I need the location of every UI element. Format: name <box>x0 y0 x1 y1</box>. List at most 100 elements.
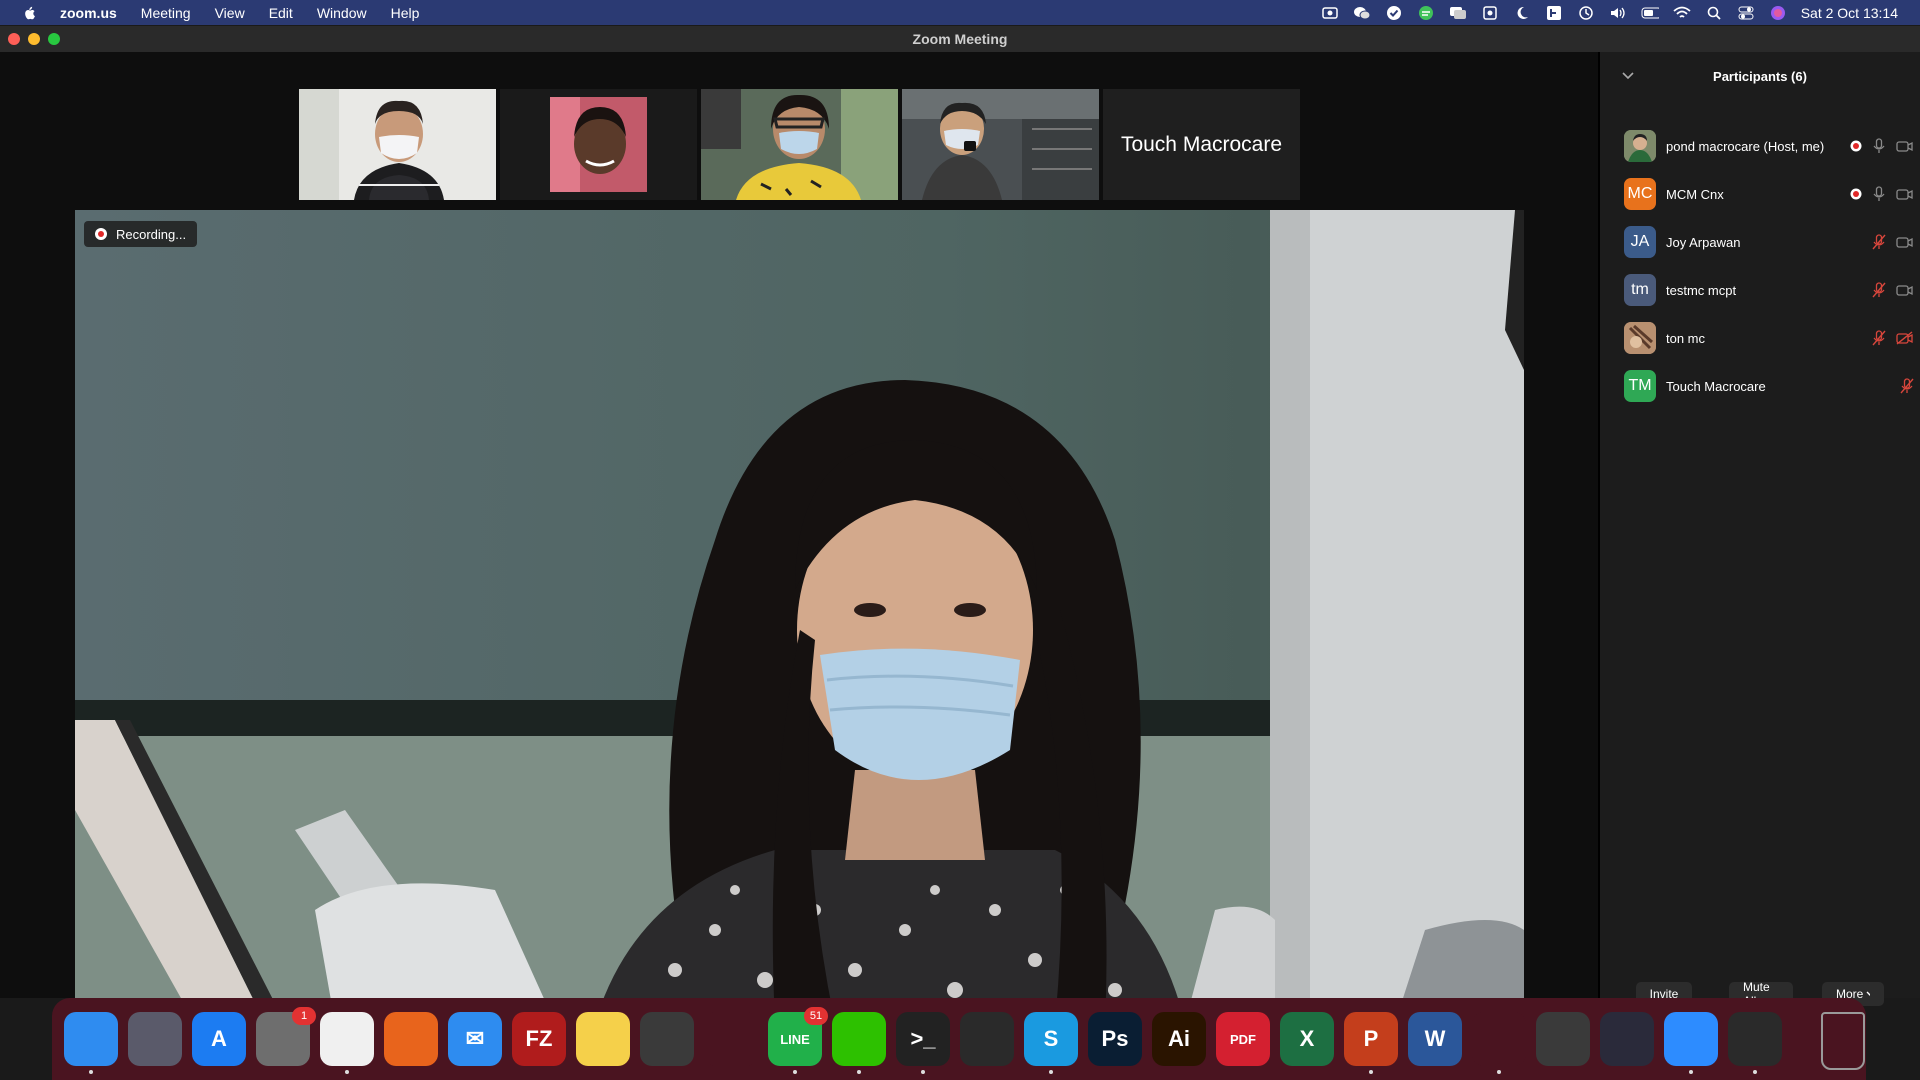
menu-edit[interactable]: Edit <box>257 5 305 21</box>
system-preferences-dock-icon[interactable]: 1 <box>256 1007 316 1066</box>
pdf-app-dock-icon[interactable]: PDF <box>1216 1012 1270 1066</box>
avatar: JA <box>1624 226 1656 258</box>
piano-app-dock-icon[interactable] <box>1728 1012 1782 1066</box>
chat-icon[interactable] <box>1417 5 1435 21</box>
filezilla-dock-icon[interactable]: FZ <box>512 1012 566 1066</box>
dock-icon-label: S <box>1043 1026 1059 1051</box>
fruit-app-dock-icon[interactable] <box>1472 1012 1526 1066</box>
line-dock-icon[interactable]: LINE 51 <box>768 1007 828 1066</box>
dock-icon-label: ✉ <box>465 1026 485 1051</box>
illustrator-dock-icon[interactable]: Ai <box>1152 1012 1206 1066</box>
running-indicator <box>1753 1070 1757 1074</box>
participants-title: Participants (6) <box>1713 68 1807 84</box>
thumbnail-participant-2[interactable] <box>500 89 697 200</box>
participant-video <box>299 89 496 200</box>
text-icon[interactable] <box>1545 5 1563 21</box>
skype-dock-icon[interactable]: S <box>1024 1012 1078 1066</box>
wechat-icon[interactable] <box>1353 5 1371 21</box>
dock-icon-label: Ps <box>1101 1026 1129 1051</box>
thumbnail-participant-4[interactable] <box>902 89 1099 200</box>
final-cut-dock-icon[interactable] <box>1536 1012 1590 1066</box>
dock: A 1 ✉ FZ LINE 51 >_ S Ps Ai PDF X P W <box>52 998 1866 1080</box>
vscode-dock-icon[interactable] <box>960 1012 1014 1066</box>
microphone-icon[interactable] <box>1872 138 1886 154</box>
terminal-dock-icon[interactable]: >_ <box>896 1012 950 1066</box>
video-camera-icon[interactable] <box>1896 139 1914 153</box>
control-center-icon[interactable] <box>1737 5 1755 21</box>
notification-badge: 51 <box>804 1007 828 1025</box>
screen-record-icon[interactable] <box>1321 5 1339 21</box>
video-camera-icon[interactable] <box>1896 235 1914 249</box>
participant-video <box>902 89 1099 200</box>
word-dock-icon[interactable]: W <box>1408 1012 1462 1066</box>
photoshop-dock-icon[interactable]: Ps <box>1088 1012 1142 1066</box>
thumbnail-participant-name: Touch Macrocare <box>1120 132 1283 156</box>
active-speaker-video[interactable]: Recording... <box>75 210 1524 1023</box>
chrome-dock-icon[interactable] <box>320 1012 374 1066</box>
menu-help[interactable]: Help <box>379 5 432 21</box>
dock-icon-label: PDF <box>1230 1031 1256 1047</box>
participant-row[interactable]: JA Joy Arpawan <box>1624 222 1914 262</box>
wifi-icon[interactable] <box>1673 5 1691 21</box>
thumbnail-strip: Touch Macrocare <box>299 89 1300 200</box>
siri-icon[interactable] <box>1769 5 1787 21</box>
message-icon[interactable] <box>1449 5 1467 21</box>
activity-clock-dock-icon[interactable] <box>1600 1012 1654 1066</box>
video-camera-icon[interactable] <box>1896 283 1914 297</box>
menu-view[interactable]: View <box>203 5 257 21</box>
search-icon[interactable] <box>1705 5 1723 21</box>
microphone-icon[interactable] <box>1872 186 1886 202</box>
vlc-dock-icon[interactable] <box>704 1012 758 1066</box>
time-machine-icon[interactable] <box>1577 5 1595 21</box>
participant-row[interactable]: TM Touch Macrocare <box>1624 366 1914 406</box>
participant-row[interactable]: ton mc <box>1624 318 1914 358</box>
running-indicator <box>1689 1070 1693 1074</box>
dock-icon-label: X <box>1299 1026 1315 1051</box>
participants-panel: Participants (6) pond macrocare (Host, m… <box>1600 52 1920 1008</box>
notes-dock-icon[interactable] <box>576 1012 630 1066</box>
menu-meeting[interactable]: Meeting <box>129 5 203 21</box>
mail-dock-icon[interactable]: ✉ <box>448 1012 502 1066</box>
thumbnail-participant-1[interactable] <box>299 89 496 200</box>
finder-dock-icon[interactable] <box>64 1012 118 1066</box>
running-indicator <box>1049 1070 1053 1074</box>
excel-dock-icon[interactable]: X <box>1280 1012 1334 1066</box>
apple-icon[interactable] <box>20 4 38 22</box>
microphone-muted-icon[interactable] <box>1872 330 1886 346</box>
microphone-muted-icon[interactable] <box>1900 378 1914 394</box>
chevron-down-icon[interactable] <box>1622 70 1634 80</box>
menu-app-name[interactable]: zoom.us <box>48 5 129 21</box>
moon-icon[interactable] <box>1513 5 1531 21</box>
screen-icon[interactable] <box>1481 5 1499 21</box>
trash-dock-icon[interactable] <box>1821 1012 1865 1070</box>
thumbnail-participant-3[interactable] <box>701 89 898 200</box>
calculator-dock-icon[interactable] <box>640 1012 694 1066</box>
powerpoint-dock-icon[interactable]: P <box>1344 1012 1398 1066</box>
participant-row[interactable]: MC MCM Cnx <box>1624 174 1914 214</box>
menubar-datetime[interactable]: Sat 2 Oct 13:14 <box>1801 5 1898 21</box>
participant-row[interactable]: pond macrocare (Host, me) <box>1624 126 1914 166</box>
video-camera-icon[interactable] <box>1896 187 1914 201</box>
running-indicator <box>921 1070 925 1074</box>
launchpad-dock-icon[interactable] <box>128 1012 182 1066</box>
dock-icon-label: FZ <box>525 1026 553 1051</box>
participant-row[interactable]: tm testmc mcpt <box>1624 270 1914 310</box>
running-indicator <box>857 1070 861 1074</box>
participant-name: Joy Arpawan <box>1666 234 1741 250</box>
menu-window[interactable]: Window <box>305 5 379 21</box>
running-indicator <box>1369 1070 1373 1074</box>
volume-icon[interactable] <box>1609 5 1627 21</box>
battery-icon[interactable] <box>1641 5 1659 21</box>
zoom-dock-icon[interactable] <box>1664 1012 1718 1066</box>
wechat-dock-icon[interactable] <box>832 1012 886 1066</box>
video-camera-off-icon[interactable] <box>1896 331 1914 345</box>
avatar <box>1624 322 1656 354</box>
microphone-muted-icon[interactable] <box>1872 234 1886 250</box>
thumbnail-name-only[interactable]: Touch Macrocare <box>1103 89 1300 200</box>
checkmark-icon[interactable] <box>1385 5 1403 21</box>
recording-indicator[interactable]: Recording... <box>84 221 198 247</box>
app-store-dock-icon[interactable]: A <box>192 1012 246 1066</box>
recording-label: Recording... <box>116 226 187 242</box>
microphone-muted-icon[interactable] <box>1872 282 1886 298</box>
firefox-dock-icon[interactable] <box>384 1012 438 1066</box>
